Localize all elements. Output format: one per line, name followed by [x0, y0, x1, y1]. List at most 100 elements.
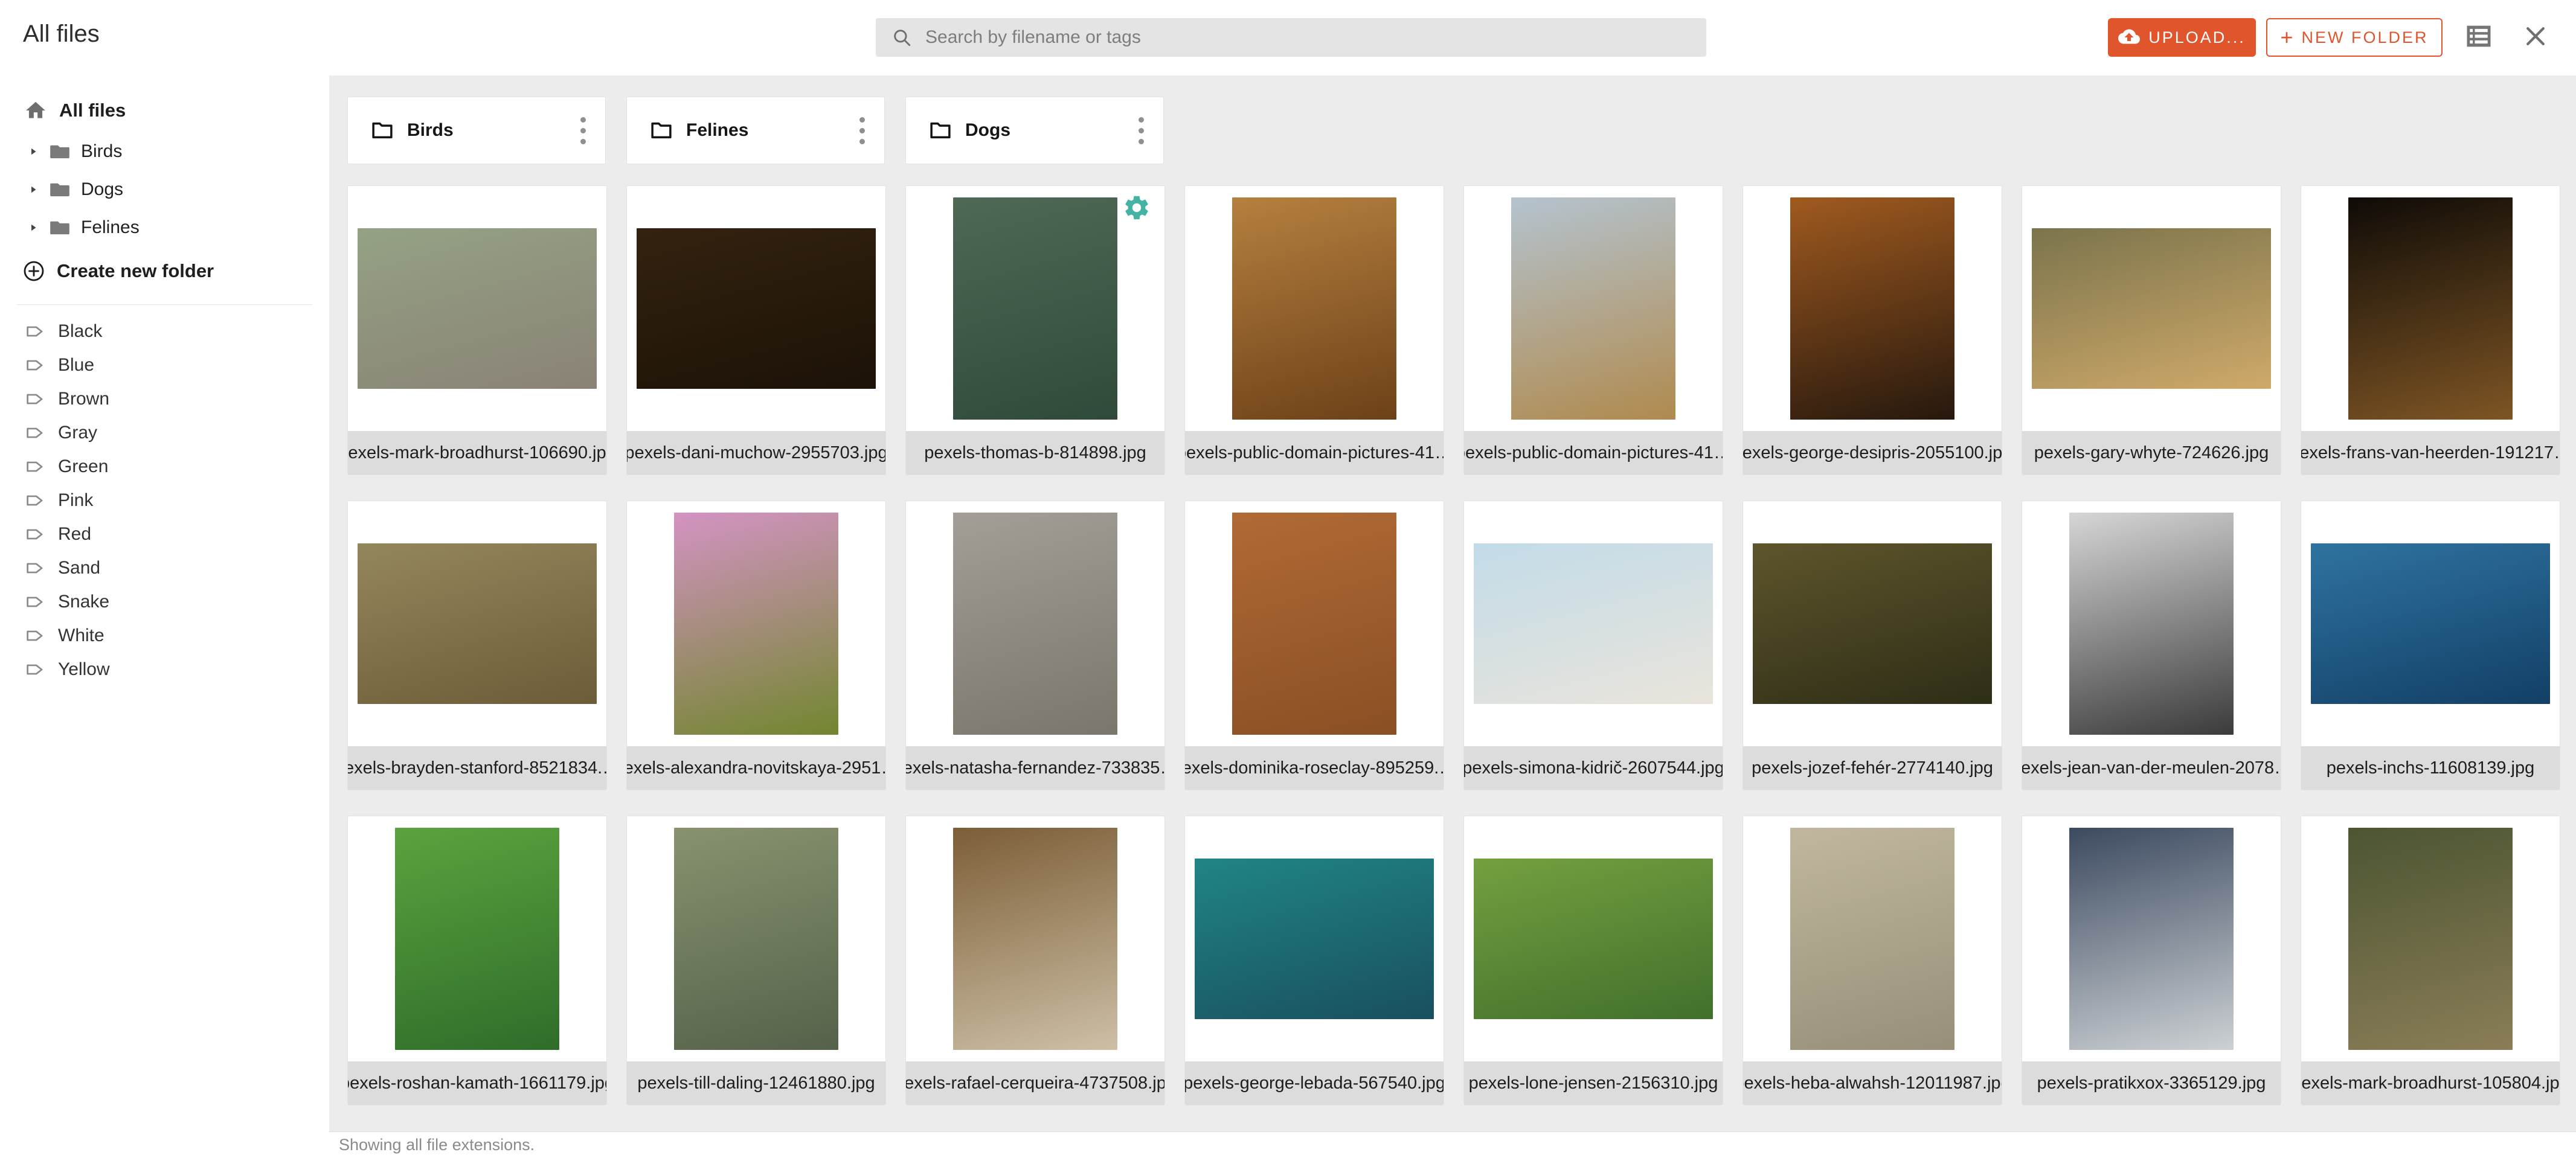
file-card[interactable]: pexels-pratikxox-3365129.jpg: [2022, 816, 2281, 1105]
file-thumbnail: [2032, 228, 2271, 389]
folder-card-dogs[interactable]: Dogs: [905, 97, 1164, 164]
file-card[interactable]: pexels-frans-van-heerden-191217…: [2301, 185, 2560, 475]
gear-icon[interactable]: [1122, 193, 1151, 222]
sidebar-tag-yellow[interactable]: Yellow: [0, 653, 329, 686]
chevron-right-icon[interactable]: [28, 146, 39, 157]
sidebar-tag-white[interactable]: White: [0, 619, 329, 653]
folder-card-name: Dogs: [965, 120, 1123, 141]
file-card[interactable]: pexels-public-domain-pictures-41…: [1463, 185, 1723, 475]
file-thumbnail: [358, 543, 597, 704]
folder-icon: [48, 140, 71, 163]
sidebar-tag-label: Gray: [58, 423, 97, 443]
circle-plus-icon: [22, 259, 46, 283]
file-card[interactable]: pexels-alexandra-novitskaya-2951…: [626, 501, 886, 790]
tag-icon: [24, 592, 45, 612]
file-card[interactable]: pexels-george-desipris-2055100.jpg: [1742, 185, 2002, 475]
chevron-right-icon[interactable]: [28, 222, 39, 233]
file-thumbnail: [1474, 543, 1713, 704]
thumbnail-area: [627, 816, 885, 1061]
file-thumbnail: [674, 513, 838, 735]
search-input[interactable]: [924, 27, 1691, 48]
file-card[interactable]: pexels-gary-whyte-724626.jpg: [2022, 185, 2281, 475]
sidebar-folder-label: Dogs: [81, 179, 123, 200]
search-icon: [891, 27, 912, 48]
sidebar-folder-label: Birds: [81, 141, 122, 162]
folder-card-birds[interactable]: Birds: [347, 97, 606, 164]
file-thumbnail: [2348, 828, 2513, 1050]
upload-button[interactable]: UPLOAD...: [2108, 18, 2256, 57]
tag-icon: [24, 456, 45, 477]
create-new-folder-button[interactable]: Create new folder: [0, 250, 329, 292]
sidebar-tag-green[interactable]: Green: [0, 450, 329, 484]
file-card[interactable]: pexels-jozef-fehér-2774140.jpg: [1742, 501, 2002, 790]
sidebar-tag-label: Snake: [58, 592, 109, 612]
header: All files UPLOAD... + NEW FOLDER: [0, 0, 2576, 75]
file-card[interactable]: pexels-natasha-fernandez-733835…: [905, 501, 1165, 790]
file-card[interactable]: pexels-inchs-11608139.jpg: [2301, 501, 2560, 790]
search-box[interactable]: [876, 18, 1706, 57]
sidebar-tag-red[interactable]: Red: [0, 517, 329, 551]
list-view-toggle-icon[interactable]: [2463, 21, 2494, 52]
file-thumbnail: [2069, 513, 2234, 735]
file-card[interactable]: pexels-jean-van-der-meulen-2078…: [2022, 501, 2281, 790]
thumbnail-area: [348, 816, 606, 1061]
file-card[interactable]: pexels-dominika-roseclay-895259.…: [1184, 501, 1444, 790]
file-name-label: pexels-jean-van-der-meulen-2078…: [2022, 746, 2281, 790]
create-new-folder-label: Create new folder: [57, 260, 214, 282]
sidebar-tag-gray[interactable]: Gray: [0, 416, 329, 450]
file-name-label: pexels-till-daling-12461880.jpg: [627, 1061, 885, 1105]
sidebar-tag-sand[interactable]: Sand: [0, 551, 329, 585]
file-card[interactable]: pexels-dani-muchow-2955703.jpg: [626, 185, 886, 475]
tag-icon: [24, 558, 45, 578]
file-card[interactable]: pexels-mark-broadhurst-106690.jpg: [347, 185, 607, 475]
new-folder-button[interactable]: + NEW FOLDER: [2266, 18, 2443, 57]
file-card[interactable]: pexels-lone-jensen-2156310.jpg: [1463, 816, 1723, 1105]
file-card[interactable]: pexels-simona-kidrič-2607544.jpg: [1463, 501, 1723, 790]
sidebar-folder-dogs[interactable]: Dogs: [0, 170, 329, 208]
thumbnail-area: [1185, 186, 1444, 431]
sidebar-folder-birds[interactable]: Birds: [0, 132, 329, 170]
file-thumbnail: [637, 228, 876, 389]
sidebar-folder-felines[interactable]: Felines: [0, 208, 329, 246]
folder-menu-kebab-icon[interactable]: [1135, 114, 1148, 148]
file-card[interactable]: pexels-thomas-b-814898.jpg: [905, 185, 1165, 475]
file-thumbnail: [358, 228, 597, 389]
file-name-label: pexels-roshan-kamath-1661179.jpg: [348, 1061, 606, 1105]
file-thumbnail: [1195, 859, 1434, 1019]
file-card[interactable]: pexels-heba-alwahsh-12011987.jpg: [1742, 816, 2002, 1105]
close-icon[interactable]: [2522, 23, 2549, 50]
file-thumbnail: [395, 828, 559, 1050]
file-card[interactable]: pexels-george-lebada-567540.jpg: [1184, 816, 1444, 1105]
tag-list: Black Blue Brown Gray Green: [0, 315, 329, 686]
file-card[interactable]: pexels-brayden-stanford-8521834.…: [347, 501, 607, 790]
sidebar-tag-blue[interactable]: Blue: [0, 348, 329, 382]
file-card[interactable]: pexels-till-daling-12461880.jpg: [626, 816, 886, 1105]
file-name-label: pexels-dominika-roseclay-895259.…: [1185, 746, 1444, 790]
file-thumbnail: [1474, 859, 1713, 1019]
sidebar-tag-label: Brown: [58, 389, 109, 409]
sidebar-tag-black[interactable]: Black: [0, 315, 329, 348]
file-card[interactable]: pexels-public-domain-pictures-41…: [1184, 185, 1444, 475]
sidebar-tag-label: Black: [58, 321, 102, 342]
sidebar-tag-snake[interactable]: Snake: [0, 585, 329, 619]
folder-card-felines[interactable]: Felines: [626, 97, 885, 164]
file-name-label: pexels-natasha-fernandez-733835…: [906, 746, 1164, 790]
file-card[interactable]: pexels-roshan-kamath-1661179.jpg: [347, 816, 607, 1105]
file-card[interactable]: pexels-mark-broadhurst-105804.jpg: [2301, 816, 2560, 1105]
main-content: Birds Felines Dogs pexels-mark-broadhurs…: [329, 75, 2576, 1131]
file-name-label: pexels-pratikxox-3365129.jpg: [2022, 1061, 2281, 1105]
tag-icon: [24, 625, 45, 646]
folder-card-name: Birds: [407, 120, 565, 141]
sidebar-item-all-files[interactable]: All files: [0, 89, 329, 132]
file-card[interactable]: pexels-rafael-cerqueira-4737508.jpg: [905, 816, 1165, 1105]
status-text: Showing all file extensions.: [339, 1136, 535, 1154]
sidebar-tag-pink[interactable]: Pink: [0, 484, 329, 517]
chevron-right-icon[interactable]: [28, 184, 39, 195]
folder-menu-kebab-icon[interactable]: [856, 114, 869, 148]
thumbnail-area: [1464, 501, 1723, 746]
folder-icon: [48, 216, 71, 239]
upload-button-label: UPLOAD...: [2148, 28, 2246, 47]
folder-menu-kebab-icon[interactable]: [577, 114, 589, 148]
file-thumbnail: [674, 828, 838, 1050]
sidebar-tag-brown[interactable]: Brown: [0, 382, 329, 416]
